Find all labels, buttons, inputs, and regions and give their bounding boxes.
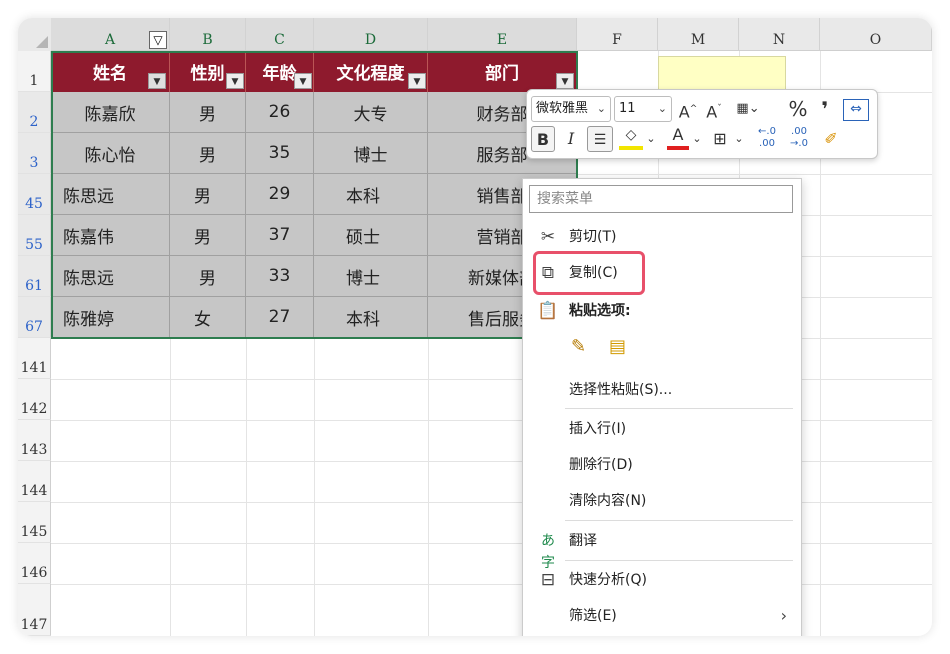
menu-item-translate[interactable]: あ字 翻译 [523,524,801,571]
comma-style-button[interactable]: ❜ [815,96,835,122]
dropdown-icon[interactable]: ▼ [556,73,574,89]
row-header[interactable]: 67 [18,297,51,338]
column-header-o[interactable]: O [820,18,932,51]
spreadsheet-window: A ▽ B C D E F M N O 1 2 3 45 55 61 67 14… [18,18,932,636]
table-cell[interactable]: 35 [246,133,314,174]
filter-icon[interactable]: ▽ [149,31,167,49]
column-header-m[interactable]: M [658,18,739,51]
table-cell[interactable]: 男 [170,174,246,215]
table-cell[interactable]: 男 [170,256,246,297]
row-header[interactable]: 145 [18,502,51,543]
highlighted-cell[interactable] [658,56,786,92]
table-cell[interactable]: 33 [246,256,314,297]
font-color-dropdown-icon[interactable]: ⌄ [691,126,703,152]
table-cell[interactable]: 29 [246,174,314,215]
fill-color-icon[interactable]: ◇ [619,126,643,150]
increase-decimal-icon[interactable]: ←.0.00 [753,126,781,152]
row-header[interactable]: 146 [18,543,51,584]
table-cell[interactable]: 本科 [314,297,428,338]
copy-highlight-box [533,251,645,295]
scissors-icon: ✂ [540,227,556,247]
table-cell[interactable]: 26 [246,92,314,133]
dropdown-icon[interactable]: ▼ [408,73,426,89]
chevron-right-icon: › [780,606,787,625]
paste-formatting-icon[interactable]: ✎ [571,336,586,357]
row-header[interactable]: 45 [18,174,51,215]
row-header[interactable]: 143 [18,420,51,461]
table-cell[interactable]: 陈思远 [51,174,170,215]
row-header[interactable]: 147 [18,584,51,636]
font-name-select[interactable]: 微软雅黑 ⌄ [531,96,611,122]
dropdown-icon[interactable]: ▼ [226,73,244,89]
column-header-e[interactable]: E [428,18,577,51]
menu-item-quick-analysis[interactable]: ⊟ 快速分析(Q) [523,563,801,597]
table-cell[interactable]: 陈嘉欣 [51,92,170,133]
filter-active-icon[interactable]: ▼ [148,73,166,89]
row-header[interactable]: 1 [18,51,51,92]
menu-item-paste-special[interactable]: 选择性粘贴(S)... [523,373,801,407]
row-header[interactable]: 142 [18,379,51,420]
row-header[interactable]: 2 [18,92,51,133]
table-cell[interactable]: 陈雅婷 [51,297,170,338]
paste-option-buttons: ✎ ▤ [523,330,801,366]
bold-button[interactable]: B [531,126,555,152]
percent-button[interactable]: % [787,96,809,122]
table-cell[interactable]: 陈嘉伟 [51,215,170,256]
dropdown-icon[interactable]: ▼ [294,73,312,89]
align-center-icon[interactable]: ☰ [587,126,613,152]
row-header[interactable]: 141 [18,338,51,379]
menu-item-insert-row[interactable]: 插入行(I) [523,412,801,446]
border-dropdown-icon[interactable]: ⌄ [733,126,745,152]
column-header-f[interactable]: F [577,18,658,51]
menu-item-cut[interactable]: ✂ 剪切(T) [523,220,801,254]
italic-button[interactable]: I [561,126,581,152]
font-size-select[interactable]: 11 ⌄ [614,96,672,122]
table-cell[interactable]: 男 [170,92,246,133]
menu-item-clear-contents[interactable]: 清除内容(N) [523,484,801,518]
table-cell[interactable]: 37 [246,215,314,256]
search-menu-input[interactable]: 搜索菜单 [529,185,793,213]
column-header-c[interactable]: C [246,18,314,51]
row-header[interactable]: 3 [18,133,51,174]
table-cell[interactable]: 27 [246,297,314,338]
quick-analysis-icon: ⊟ [540,570,556,590]
table-cell[interactable]: 硕士 [314,215,428,256]
table-cell[interactable]: 博士 [314,256,428,297]
menu-item-delete-row[interactable]: 删除行(D) [523,448,801,482]
decrease-decimal-icon[interactable]: .00 →.0 [785,126,813,152]
format-painter-icon[interactable]: ✐ [819,126,843,152]
row-header[interactable]: 61 [18,256,51,297]
grow-font-button[interactable]: A^ [677,96,699,122]
mini-toolbar: 微软雅黑 ⌄ 11 ⌄ A^ Aˇ ▦⌄ % ❜ ⇔ B I ☰ ◇ ⌄ A ⌄ ⊞… [526,89,878,159]
paste-values-icon[interactable]: ▤ [609,336,626,357]
table-cell[interactable]: 男 [170,215,246,256]
table-cell[interactable]: 男 [170,133,246,174]
table-cell[interactable]: 本科 [314,174,428,215]
menu-item-paste-options: 📋 粘贴选项: [537,301,631,321]
column-header-d[interactable]: D [314,18,428,51]
border-icon[interactable]: ⊞ [709,126,731,152]
header-department[interactable]: 部门 [428,51,577,92]
menu-item-filter[interactable]: 筛选(E) › [523,599,801,633]
table-cell[interactable]: 博士 [314,133,428,174]
paste-icon: 📋 [537,301,559,321]
fill-color-dropdown-icon[interactable]: ⌄ [645,126,657,152]
row-header[interactable]: 144 [18,461,51,502]
select-all-corner[interactable] [18,18,52,52]
font-color-icon[interactable]: A [667,126,689,150]
context-menu: 搜索菜单 ✂ 剪切(T) ⧉ 复制(C) 📋 粘贴选项: ✎ ▤ 选择性粘贴(S… [522,178,802,636]
row-header[interactable]: 55 [18,215,51,256]
column-header-n[interactable]: N [739,18,820,51]
table-cell[interactable]: 大专 [314,92,428,133]
table-cell[interactable]: 陈思远 [51,256,170,297]
cell-style-icon[interactable]: ▦⌄ [731,96,765,122]
translate-icon: あ字 [541,533,555,571]
column-header-b[interactable]: B [170,18,246,51]
shrink-font-button[interactable]: Aˇ [703,96,725,122]
wrap-text-icon[interactable]: ⇔ [843,99,869,121]
table-cell[interactable]: 女 [170,297,246,338]
table-cell[interactable]: 陈心怡 [51,133,170,174]
